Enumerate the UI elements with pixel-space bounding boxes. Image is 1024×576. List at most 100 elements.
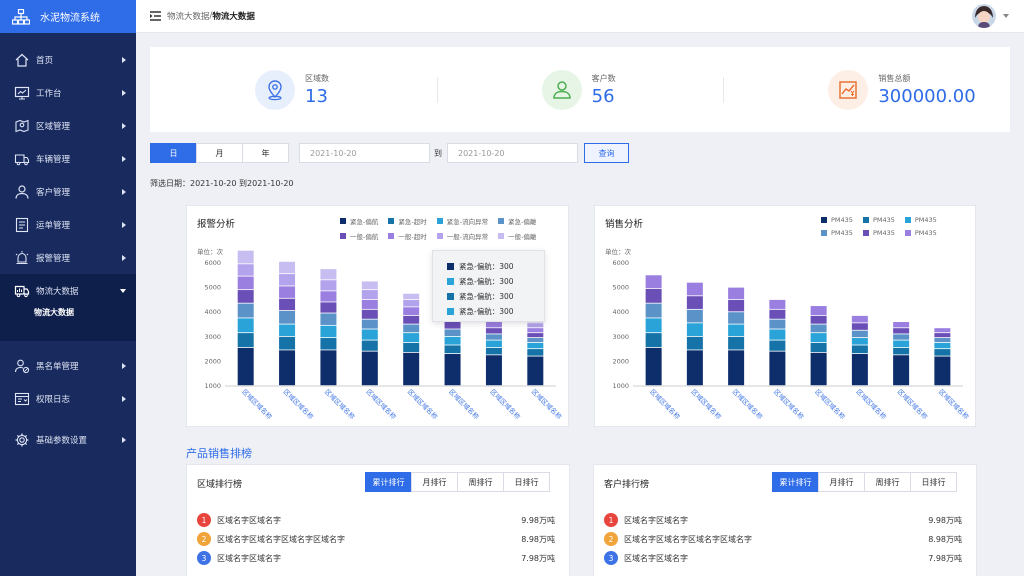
bar-segment[interactable] (810, 333, 827, 343)
bar-segment[interactable] (444, 345, 461, 354)
period-year-button[interactable]: 年 (242, 143, 289, 163)
bar-segment[interactable] (893, 355, 910, 386)
ranking-tab[interactable]: 月排行 (818, 472, 865, 492)
ranking-tab[interactable]: 周排行 (864, 472, 911, 492)
bar-segment[interactable] (279, 310, 296, 324)
bar-segment[interactable] (361, 340, 378, 351)
sidebar-item-1[interactable]: 工作台 (0, 76, 136, 109)
sidebar-subitem[interactable]: 物流大数据 (0, 307, 136, 341)
bar-segment[interactable] (320, 338, 337, 350)
bar-segment[interactable] (237, 333, 254, 348)
bar-segment[interactable] (893, 328, 910, 334)
bar-segment[interactable] (485, 347, 502, 355)
bar-segment[interactable] (645, 318, 662, 333)
bar-segment[interactable] (403, 315, 420, 324)
bar-segment[interactable] (686, 323, 703, 336)
sidebar-item-3[interactable]: 车辆管理 (0, 142, 136, 175)
bar-segment[interactable] (237, 276, 254, 290)
bar-segment[interactable] (444, 322, 461, 329)
bar-segment[interactable] (279, 298, 296, 311)
bar-segment[interactable] (237, 347, 254, 386)
bar-segment[interactable] (361, 309, 378, 319)
bar-segment[interactable] (361, 329, 378, 340)
bar-segment[interactable] (237, 264, 254, 276)
bar-segment[interactable] (686, 350, 703, 386)
avatar[interactable] (972, 4, 996, 28)
bar-segment[interactable] (403, 333, 420, 343)
bar-segment[interactable] (361, 281, 378, 290)
breadcrumb-parent[interactable]: 物流大数据 (167, 10, 210, 22)
bar-segment[interactable] (444, 329, 461, 336)
bar-segment[interactable] (893, 347, 910, 355)
sidebar-item-5[interactable]: 运单管理 (0, 208, 136, 241)
bar-segment[interactable] (279, 324, 296, 337)
bar-segment[interactable] (893, 334, 910, 340)
bar-segment[interactable] (403, 324, 420, 333)
sidebar-item-7[interactable]: 物流大数据 (0, 274, 136, 307)
ranking-tab[interactable]: 累计排行 (772, 472, 819, 492)
bar-segment[interactable] (851, 338, 868, 345)
bar-segment[interactable] (320, 350, 337, 386)
sidebar-item-2[interactable]: 区域管理 (0, 109, 136, 142)
bar-segment[interactable] (893, 322, 910, 328)
bar-segment[interactable] (728, 312, 745, 324)
sidebar-item-8[interactable]: 黑名单管理 (0, 349, 136, 382)
sidebar-item-9[interactable]: 权限日志 (0, 382, 136, 415)
bar-segment[interactable] (320, 302, 337, 313)
ranking-row[interactable]: 1 区域名字区域名字 9.98万吨 (197, 512, 555, 528)
bar-segment[interactable] (769, 309, 786, 319)
bar-segment[interactable] (444, 336, 461, 345)
bar-segment[interactable] (237, 250, 254, 264)
sidebar-item-4[interactable]: 客户管理 (0, 175, 136, 208)
brand[interactable]: 水泥物流系统 (0, 0, 136, 33)
bar-segment[interactable] (361, 319, 378, 329)
bar-segment[interactable] (237, 318, 254, 333)
bar-segment[interactable] (527, 356, 544, 386)
bar-segment[interactable] (934, 338, 951, 343)
bar-segment[interactable] (934, 349, 951, 356)
bar-segment[interactable] (934, 342, 951, 349)
bar-segment[interactable] (851, 315, 868, 323)
menu-fold-icon[interactable] (150, 11, 161, 21)
bar-segment[interactable] (320, 280, 337, 291)
bar-segment[interactable] (320, 269, 337, 280)
bar-segment[interactable] (645, 333, 662, 348)
bar-segment[interactable] (403, 307, 420, 316)
bar-segment[interactable] (893, 340, 910, 348)
start-date-input[interactable]: 2021-10-20 (299, 143, 430, 163)
period-month-button[interactable]: 月 (196, 143, 243, 163)
ranking-tab[interactable]: 日排行 (503, 472, 550, 492)
bar-segment[interactable] (279, 336, 296, 350)
ranking-tab[interactable]: 周排行 (457, 472, 504, 492)
bar-segment[interactable] (645, 275, 662, 289)
bar-segment[interactable] (527, 338, 544, 343)
bar-segment[interactable] (527, 323, 544, 328)
bar-segment[interactable] (686, 336, 703, 350)
bar-segment[interactable] (728, 287, 745, 300)
bar-segment[interactable] (810, 306, 827, 316)
bar-segment[interactable] (810, 324, 827, 333)
bar-segment[interactable] (485, 355, 502, 386)
bar-segment[interactable] (320, 313, 337, 325)
bar-segment[interactable] (769, 319, 786, 329)
bar-segment[interactable] (237, 290, 254, 303)
bar-segment[interactable] (686, 309, 703, 323)
bar-segment[interactable] (485, 340, 502, 348)
bar-segment[interactable] (403, 293, 420, 300)
bar-segment[interactable] (769, 340, 786, 351)
bar-segment[interactable] (769, 329, 786, 340)
bar-segment[interactable] (728, 324, 745, 337)
bar-segment[interactable] (810, 315, 827, 324)
period-day-button[interactable]: 日 (150, 143, 197, 163)
bar-segment[interactable] (403, 352, 420, 386)
end-date-input[interactable]: 2021-10-20 (447, 143, 578, 163)
bar-segment[interactable] (686, 282, 703, 296)
ranking-tab[interactable]: 累计排行 (365, 472, 412, 492)
ranking-row[interactable]: 2 区域名字区域名字区域名字区域名字 8.98万吨 (197, 531, 555, 547)
sidebar-item-10[interactable]: 基础参数设置 (0, 423, 136, 456)
bar-segment[interactable] (851, 330, 868, 338)
bar-segment[interactable] (361, 299, 378, 309)
avatar-dropdown-caret-icon[interactable] (1003, 14, 1009, 18)
bar-segment[interactable] (934, 356, 951, 386)
ranking-tab[interactable]: 月排行 (411, 472, 458, 492)
